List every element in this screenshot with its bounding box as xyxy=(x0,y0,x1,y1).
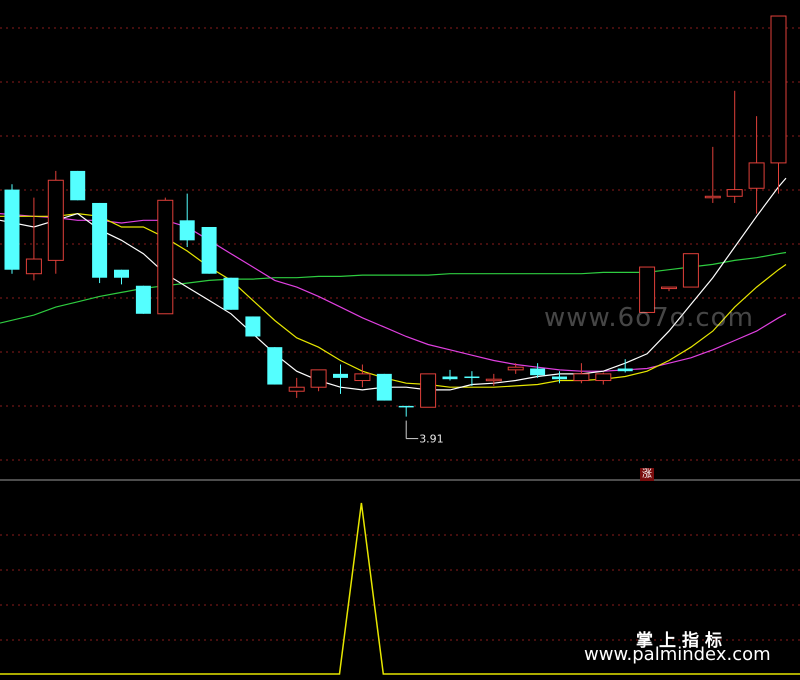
candle xyxy=(25,197,42,281)
candle xyxy=(223,277,239,310)
low-annotation: 3.91 xyxy=(405,420,444,446)
candle xyxy=(420,373,437,408)
candle xyxy=(92,202,108,284)
candle-body xyxy=(354,373,371,382)
watermark-6o7o: www.6o7o.com xyxy=(544,303,754,333)
candle-body xyxy=(507,366,524,371)
candle-body xyxy=(726,189,743,197)
candle xyxy=(442,369,458,381)
candle-body xyxy=(135,285,151,314)
candle-body xyxy=(617,368,633,372)
candle xyxy=(704,146,721,203)
candle xyxy=(595,372,612,385)
candle xyxy=(748,116,765,214)
candle-body xyxy=(770,15,787,164)
candle xyxy=(682,253,699,288)
candle-body xyxy=(398,405,414,408)
candle xyxy=(179,193,195,248)
candle xyxy=(333,364,348,394)
candle-body xyxy=(682,253,699,288)
candle-body xyxy=(376,373,392,401)
rise-badge: 涨 xyxy=(640,468,654,481)
candle xyxy=(135,285,151,314)
candle-body xyxy=(661,286,677,290)
candle-body xyxy=(157,199,174,315)
candle xyxy=(288,377,305,398)
watermark-palmindex-url: www.palmindex.com xyxy=(584,644,771,665)
candle xyxy=(267,347,283,385)
candle xyxy=(201,226,217,274)
candle-body xyxy=(114,269,129,278)
candle xyxy=(70,170,86,201)
candle-body xyxy=(573,373,590,382)
candle xyxy=(661,286,677,292)
candle-body xyxy=(4,189,20,270)
candle-body xyxy=(485,378,502,382)
candle xyxy=(245,316,261,337)
candle-body xyxy=(92,202,108,278)
candle-body xyxy=(288,386,305,392)
candle xyxy=(354,364,371,388)
candle-body xyxy=(70,170,86,201)
candle-body xyxy=(333,373,348,378)
candle xyxy=(376,373,392,401)
moving-average-lines xyxy=(0,177,787,391)
candle xyxy=(726,90,743,203)
candlestick-chart: 3.91 xyxy=(0,15,800,675)
low-price-label: 3.91 xyxy=(419,433,444,446)
candle-body xyxy=(552,376,567,380)
candle-body xyxy=(25,258,42,275)
candle-body xyxy=(223,277,239,310)
ma20-line xyxy=(0,213,787,372)
candle-body xyxy=(530,368,546,376)
candle-body xyxy=(748,162,765,189)
candle xyxy=(770,15,787,194)
candles xyxy=(4,15,787,417)
candle xyxy=(398,405,414,417)
candle-body xyxy=(267,347,283,385)
candle-body xyxy=(595,373,612,382)
candle-body xyxy=(179,220,195,241)
candle-body xyxy=(245,316,261,337)
candle-body xyxy=(310,369,327,388)
candle xyxy=(157,197,174,315)
ma5-line xyxy=(0,177,787,391)
candle xyxy=(47,170,64,274)
candle xyxy=(4,184,20,274)
candle-body xyxy=(201,226,217,274)
candle xyxy=(310,369,327,392)
candle-body xyxy=(47,179,64,261)
candle-body xyxy=(464,376,480,379)
candle xyxy=(114,269,129,285)
candle-body xyxy=(442,376,458,380)
candle-body xyxy=(420,373,437,408)
candle-body xyxy=(704,195,721,199)
ma10-line xyxy=(0,212,787,388)
